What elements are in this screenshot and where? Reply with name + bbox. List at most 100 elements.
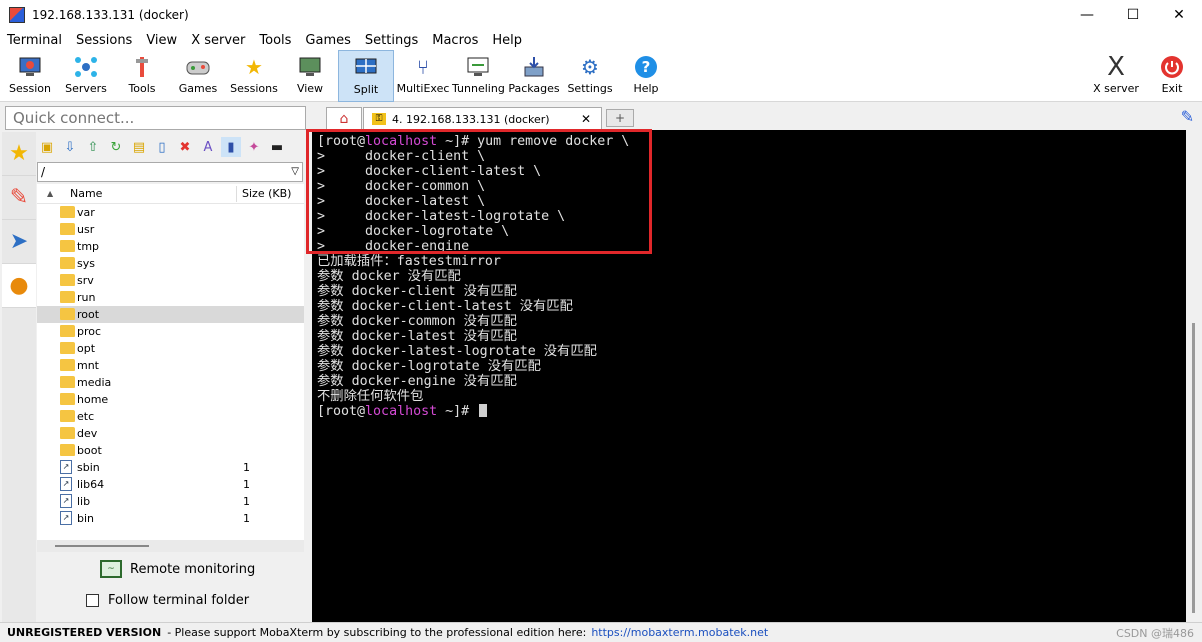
home-icon: ⌂	[339, 111, 349, 127]
permissions-icon[interactable]: ▮	[221, 137, 241, 157]
close-tab-icon[interactable]: ✕	[581, 112, 591, 126]
terminal-line: > docker-common \	[317, 179, 486, 194]
paperclip-icon[interactable]: ✎	[1181, 107, 1194, 126]
terminal-icon[interactable]: ▬	[267, 137, 287, 157]
menu-bar: Terminal Sessions View X server Tools Ga…	[0, 30, 1202, 50]
column-size[interactable]: Size (KB)	[242, 187, 291, 200]
path-field[interactable]: / ▽	[37, 162, 303, 182]
refresh-icon[interactable]: ↻	[106, 137, 126, 157]
menu-settings[interactable]: Settings	[358, 33, 425, 48]
sidebar-tab-favorites[interactable]: ★	[2, 132, 36, 176]
menu-xserver[interactable]: X server	[184, 33, 252, 48]
file-name: etc	[77, 410, 95, 423]
file-row[interactable]: media	[37, 374, 304, 391]
new-file-icon[interactable]: ▯	[152, 137, 172, 157]
parent-folder-icon[interactable]: ▣	[37, 137, 57, 157]
file-name: lib64	[77, 478, 105, 491]
mobaxterm-link[interactable]: https://mobaxterm.mobatek.net	[591, 626, 768, 639]
sidebar-tab-sftp[interactable]: ➤	[2, 220, 36, 264]
sidebar-vertical-tabs: ★ ✎ ➤ ●	[2, 132, 36, 622]
sessions-button[interactable]: ★ Sessions	[228, 50, 280, 102]
file-row[interactable]: opt	[37, 340, 304, 357]
column-name[interactable]: Name	[70, 187, 102, 200]
remote-monitoring-button[interactable]: ~ Remote monitoring	[100, 560, 255, 578]
file-row[interactable]: ↗ bin 1	[37, 510, 304, 527]
settings-button[interactable]: ⚙ Settings	[564, 50, 616, 102]
new-tab-button[interactable]: +	[606, 109, 634, 127]
sidebar-tab-globe[interactable]: ●	[2, 264, 36, 308]
power-icon	[1159, 54, 1185, 80]
file-row[interactable]: run	[37, 289, 304, 306]
menu-view[interactable]: View	[139, 33, 184, 48]
packages-download-icon	[521, 54, 547, 80]
follow-terminal-folder-checkbox[interactable]: Follow terminal folder	[86, 593, 249, 608]
terminal-line: 参数 docker-latest-logrotate 没有匹配	[317, 344, 597, 359]
terminal-line: > docker-latest \	[317, 194, 486, 209]
file-row[interactable]: dev	[37, 425, 304, 442]
rename-icon[interactable]: A	[198, 137, 218, 157]
folder-icon	[60, 359, 75, 371]
horizontal-scrollbar[interactable]	[37, 540, 304, 552]
menu-terminal[interactable]: Terminal	[0, 33, 69, 48]
tunneling-button[interactable]: Tunneling	[452, 50, 505, 102]
games-button[interactable]: Games	[172, 50, 224, 102]
delete-icon[interactable]: ✖	[175, 137, 195, 157]
magic-wand-icon[interactable]: ✦	[244, 137, 264, 157]
file-name: boot	[77, 444, 102, 457]
file-row[interactable]: sys	[37, 255, 304, 272]
file-row[interactable]: etc	[37, 408, 304, 425]
file-row[interactable]: home	[37, 391, 304, 408]
view-button[interactable]: View	[284, 50, 336, 102]
file-row[interactable]: tmp	[37, 238, 304, 255]
tools-button[interactable]: Tools	[116, 50, 168, 102]
file-row[interactable]: srv	[37, 272, 304, 289]
terminal-vertical-scrollbar[interactable]	[1186, 130, 1202, 622]
file-row[interactable]: ↗ lib64 1	[37, 476, 304, 493]
folder-icon	[60, 376, 75, 388]
chevron-down-icon[interactable]: ▽	[291, 163, 299, 181]
xserver-button[interactable]: X X server	[1090, 50, 1142, 102]
scrollbar-thumb[interactable]	[1192, 323, 1195, 613]
symlink-icon: ↗	[60, 477, 72, 491]
file-name: sbin	[77, 461, 100, 474]
maximize-button[interactable]: ☐	[1110, 0, 1156, 30]
menu-games[interactable]: Games	[298, 33, 357, 48]
help-button[interactable]: ? Help	[620, 50, 672, 102]
new-folder-icon[interactable]: ▤	[129, 137, 149, 157]
home-tab[interactable]: ⌂	[326, 107, 362, 130]
file-row[interactable]: var	[37, 204, 304, 221]
file-row[interactable]: root	[37, 306, 304, 323]
file-row[interactable]: mnt	[37, 357, 304, 374]
terminal-line: > docker-client-latest \	[317, 164, 542, 179]
file-row[interactable]: ↗ lib 1	[37, 493, 304, 510]
menu-help[interactable]: Help	[485, 33, 529, 48]
tab-session-docker[interactable]: ⚿ 4. 192.168.133.131 (docker) ✕	[363, 107, 602, 130]
download-icon[interactable]: ⇩	[60, 137, 80, 157]
close-window-button[interactable]: ✕	[1156, 0, 1202, 30]
menu-sessions[interactable]: Sessions	[69, 33, 139, 48]
terminal-line: [root@localhost ~]# yum remove docker \	[317, 134, 630, 149]
file-row[interactable]: boot	[37, 442, 304, 459]
session-button[interactable]: Session	[4, 50, 56, 102]
multiexec-button[interactable]: ⑂ MultiExec	[396, 50, 450, 102]
minimize-button[interactable]: —	[1064, 0, 1110, 30]
exit-button[interactable]: Exit	[1146, 50, 1198, 102]
split-button[interactable]: Split	[338, 50, 394, 102]
file-name: mnt	[77, 359, 99, 372]
menu-tools[interactable]: Tools	[252, 33, 298, 48]
file-row[interactable]: ↗ sbin 1	[37, 459, 304, 476]
file-name: dev	[77, 427, 98, 440]
symlink-icon: ↗	[60, 460, 72, 474]
main-toolbar: Session Servers Tools Games ★ Sessions V…	[0, 50, 1202, 102]
file-row[interactable]: proc	[37, 323, 304, 340]
menu-macros[interactable]: Macros	[425, 33, 485, 48]
servers-button[interactable]: Servers	[60, 50, 112, 102]
checkbox-box[interactable]	[86, 594, 99, 607]
file-row[interactable]: usr	[37, 221, 304, 238]
sidebar-tab-tools[interactable]: ✎	[2, 176, 36, 220]
terminal-area[interactable]: [root@localhost ~]# yum remove docker \ >…	[312, 130, 1186, 622]
upload-icon[interactable]: ⇧	[83, 137, 103, 157]
terminal-line: > docker-client \	[317, 149, 486, 164]
quick-connect-input[interactable]	[5, 106, 306, 130]
packages-button[interactable]: Packages	[508, 50, 560, 102]
